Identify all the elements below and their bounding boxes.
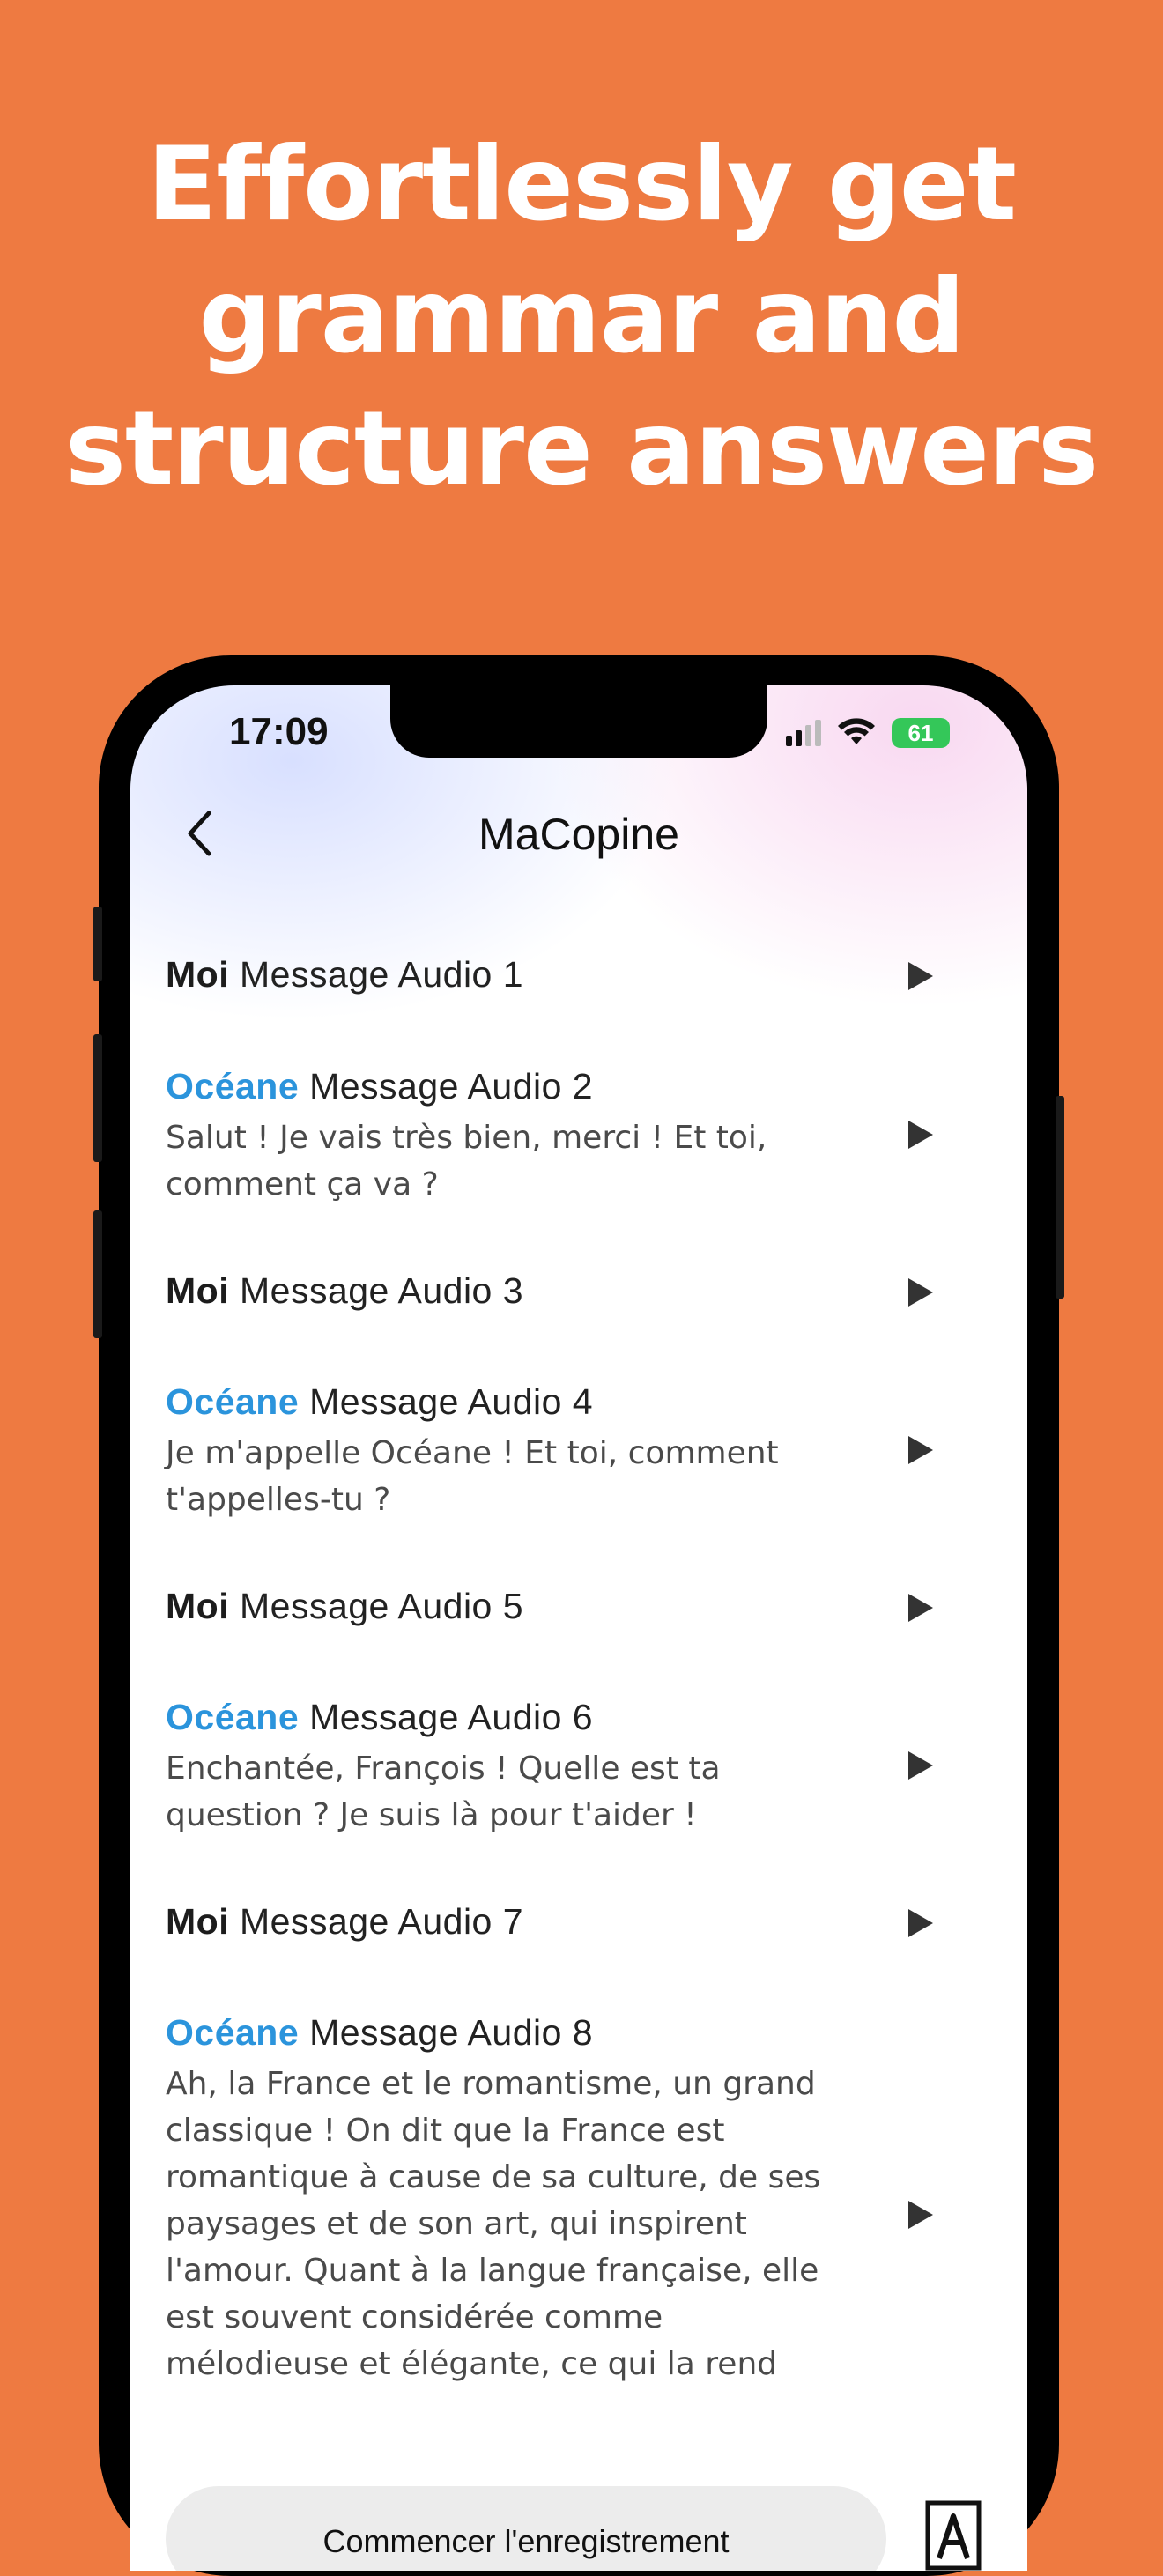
volume-down-button [93, 1210, 102, 1338]
status-icons: 61 [786, 715, 950, 751]
message-text: Je m'appelle Océane ! Et toi, comment t'… [166, 1435, 779, 1518]
status-time: 17:09 [229, 710, 329, 753]
phone-frame: 17:09 61 MaCopine Moi Message Audio 1 Oc… [93, 655, 1064, 2576]
mute-switch [93, 907, 102, 981]
sender-name: Moi [166, 954, 230, 995]
wifi-icon [838, 718, 875, 744]
headline-line-3: structure answers [64, 389, 1099, 508]
message-item[interactable]: Moi Message Audio 5 [166, 1586, 959, 1627]
volume-up-button [93, 1034, 102, 1162]
app-screen: 17:09 61 MaCopine Moi Message Audio 1 Oc… [130, 685, 1027, 2571]
headline-line-2: grammar and [198, 257, 965, 376]
page-title: MaCopine [478, 810, 679, 859]
play-icon[interactable] [903, 1590, 938, 1625]
message-item[interactable]: Océane Message Audio 8 Ah, la France et … [166, 2012, 959, 2387]
sender-name: Océane [166, 1697, 300, 1737]
message-label: Message Audio 2 [309, 1066, 594, 1107]
message-label: Message Audio 7 [240, 1901, 524, 1942]
message-item[interactable]: Moi Message Audio 7 [166, 1901, 959, 1943]
play-icon[interactable] [903, 1117, 938, 1152]
notch [390, 685, 767, 758]
message-text: Ah, la France et le romantisme, un grand… [166, 2066, 821, 2382]
sender-name: Océane [166, 1381, 300, 1422]
play-icon[interactable] [903, 959, 938, 994]
message-text: Enchantée, François ! Quelle est ta ques… [166, 1751, 721, 1833]
battery-level: 61 [907, 719, 934, 746]
sender-name: Océane [166, 2012, 300, 2053]
message-item[interactable]: Moi Message Audio 3 [166, 1270, 959, 1312]
battery-charging-icon: 61 [892, 718, 950, 748]
start-recording-button[interactable]: Commencer l'enregistrement [166, 2486, 886, 2571]
play-icon[interactable] [903, 1748, 938, 1783]
message-label: Message Audio 8 [309, 2012, 594, 2053]
message-item[interactable]: Océane Message Audio 4 Je m'appelle Océa… [166, 1381, 959, 1523]
message-text: Salut ! Je vais très bien, merci ! Et to… [166, 1120, 767, 1203]
play-icon[interactable] [903, 2197, 938, 2232]
message-item[interactable]: Moi Message Audio 1 [166, 954, 959, 996]
sender-name: Moi [166, 1586, 230, 1626]
font-size-icon[interactable] [925, 2500, 982, 2571]
power-button [1056, 1096, 1064, 1299]
headline-line-1: Effortlessly get [147, 125, 1017, 244]
headline: Effortlessly get grammar and structure a… [0, 119, 1163, 515]
play-icon[interactable] [903, 1275, 938, 1310]
message-label: Message Audio 5 [240, 1586, 524, 1626]
sender-name: Moi [166, 1901, 230, 1942]
message-item[interactable]: Océane Message Audio 2 Salut ! Je vais t… [166, 1066, 959, 1208]
sender-name: Moi [166, 1270, 230, 1311]
message-label: Message Audio 6 [309, 1697, 594, 1737]
message-item[interactable]: Océane Message Audio 6 Enchantée, Franço… [166, 1697, 959, 1839]
message-label: Message Audio 4 [309, 1381, 594, 1422]
message-label: Message Audio 1 [240, 954, 524, 995]
sender-name: Océane [166, 1066, 300, 1107]
signal-icon [786, 720, 821, 746]
message-label: Message Audio 3 [240, 1270, 524, 1311]
play-icon[interactable] [903, 1906, 938, 1941]
play-icon[interactable] [903, 1432, 938, 1468]
